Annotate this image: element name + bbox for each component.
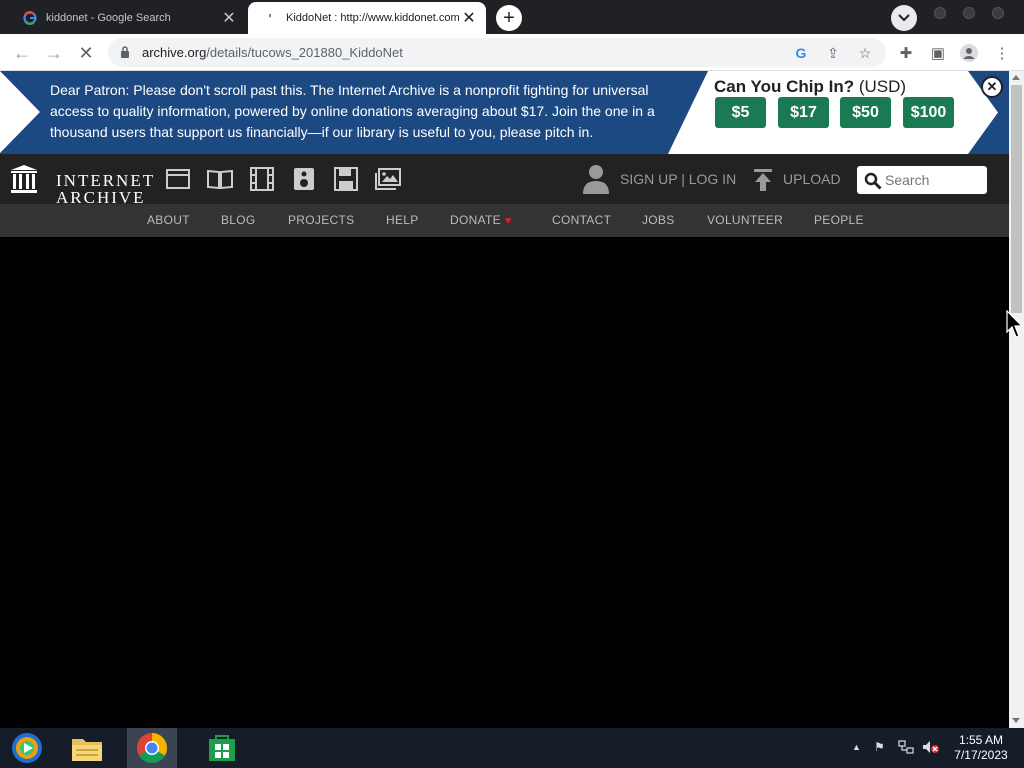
scroll-down-arrow-icon[interactable] [1012,718,1020,723]
archive-icon: ' [268,10,272,26]
windows-media-icon[interactable] [2,728,52,768]
clock-date: 7/17/2023 [954,748,1008,762]
minimize-window-button[interactable] [934,7,946,19]
scroll-thumb[interactable] [1011,85,1022,313]
donate-100-button[interactable]: $100 [903,97,954,128]
nav-about[interactable]: ABOUT [147,213,190,227]
logo-wordmark: INTERNET ARCHIVE [56,172,155,206]
volume-muted-icon[interactable] [922,740,940,757]
web-icon[interactable] [165,167,191,191]
currency-label: (USD) [858,77,907,96]
address-bar[interactable]: archive.org/details/tucows_201880_KiddoN… [108,38,886,67]
audio-icon[interactable] [291,167,317,191]
google-g-icon [22,10,38,26]
tab-title: kiddonet - Google Search [46,12,171,24]
action-center-flag-icon[interactable]: ⚑ [874,740,885,754]
nav-volunteer[interactable]: VOLUNTEER [707,213,783,227]
url-host: archive.org [142,45,207,60]
donate-50-button[interactable]: $50 [840,97,891,128]
network-icon[interactable] [898,740,914,757]
extensions-icon[interactable]: ✚ [895,42,917,64]
nav-donate[interactable]: DONATE ♥ [450,213,512,227]
browser-tab-strip: kiddonet - Google Search ✕ ' KiddoNet : … [0,0,1024,34]
nav-blog[interactable]: BLOG [221,213,256,227]
show-hidden-icons-icon[interactable]: ▲ [852,742,861,752]
software-icon[interactable] [333,167,359,191]
tab-title: KiddoNet : http://www.kiddonet.com [286,12,460,24]
nav-contact[interactable]: CONTACT [552,213,611,227]
tab-google-search[interactable]: kiddonet - Google Search ✕ [8,2,246,34]
tab-search-button[interactable] [891,5,917,31]
search-icon [864,172,882,190]
clock-time: 1:55 AM [958,733,1004,747]
donate-5-button[interactable]: $5 [715,97,766,128]
side-panel-icon[interactable]: ▣ [927,42,949,64]
donation-message: Dear Patron: Please don't scroll past th… [50,82,655,140]
close-tab-icon[interactable]: ✕ [460,9,478,27]
nav-projects[interactable]: PROJECTS [288,213,354,227]
back-button[interactable]: ← [10,41,34,65]
scroll-up-arrow-icon[interactable] [1012,75,1020,80]
close-tab-icon[interactable]: ✕ [220,9,238,27]
maximize-window-button[interactable] [963,7,975,19]
top-nav: ABOUT BLOG PROJECTS HELP DONATE ♥ CONTACT… [0,204,1009,237]
close-banner-button[interactable]: ✕ [981,76,1003,98]
video-icon[interactable] [249,167,275,191]
search-input[interactable] [885,170,981,190]
mouse-cursor-icon [1006,310,1024,338]
browser-toolbar: ← → ✕ archive.org/details/tucows_201880_… [0,34,1024,71]
nav-people[interactable]: PEOPLE [814,213,864,227]
ia-header: INTERNET ARCHIVE SIGN UP | LOG IN UPLOAD [0,154,1009,206]
system-clock[interactable]: 1:55 AM 7/17/2023 [948,733,1014,763]
close-window-button[interactable] [992,7,1004,19]
donation-banner: Dear Patron: Please don't scroll past th… [0,71,1009,154]
forward-button[interactable]: → [42,41,66,65]
url-path: /details/tucows_201880_KiddoNet [206,45,403,60]
archive-building-icon [11,165,37,193]
texts-icon[interactable] [207,167,233,191]
tab-kiddonet[interactable]: ' KiddoNet : http://www.kiddonet.com ✕ [248,2,486,34]
upload-icon[interactable] [752,168,774,192]
nav-donate-label: DONATE [450,213,501,227]
content-area [0,237,1009,728]
file-explorer-icon[interactable] [62,728,112,768]
site-search-box[interactable] [857,166,987,194]
url-text: archive.org/details/tucows_201880_KiddoN… [142,45,403,60]
nav-jobs[interactable]: JOBS [642,213,675,227]
bookmark-star-icon[interactable]: ☆ [855,43,875,63]
google-lens-icon[interactable]: G [791,43,811,63]
heart-icon: ♥ [504,215,512,227]
user-icon[interactable] [582,163,610,195]
windows-taskbar: ▲ ⚑ 1:55 AM 7/17/2023 [0,728,1024,768]
more-menu-icon[interactable]: ⋮ [991,42,1013,64]
chip-in-heading: Can You Chip In? [714,77,855,96]
profile-icon[interactable] [958,42,980,64]
sign-up-log-in-link[interactable]: SIGN UP | LOG IN [620,171,736,187]
images-icon[interactable] [375,167,401,191]
share-icon[interactable]: ⇪ [823,43,843,63]
store-icon[interactable] [197,728,247,768]
internet-archive-logo[interactable]: INTERNET ARCHIVE [10,164,153,206]
donate-17-button[interactable]: $17 [778,97,829,128]
stop-loading-button[interactable]: ✕ [74,41,98,65]
chip-in-title: Can You Chip In? (USD) [714,77,906,97]
new-tab-button[interactable]: + [496,5,522,31]
lock-icon [121,46,129,58]
chevron-down-icon [898,14,910,22]
page-scrollbar[interactable] [1009,71,1024,728]
chrome-icon[interactable] [127,728,177,768]
upload-link[interactable]: UPLOAD [783,171,841,187]
nav-help[interactable]: HELP [386,213,419,227]
logo-line-internet: INTERNET [56,171,156,190]
